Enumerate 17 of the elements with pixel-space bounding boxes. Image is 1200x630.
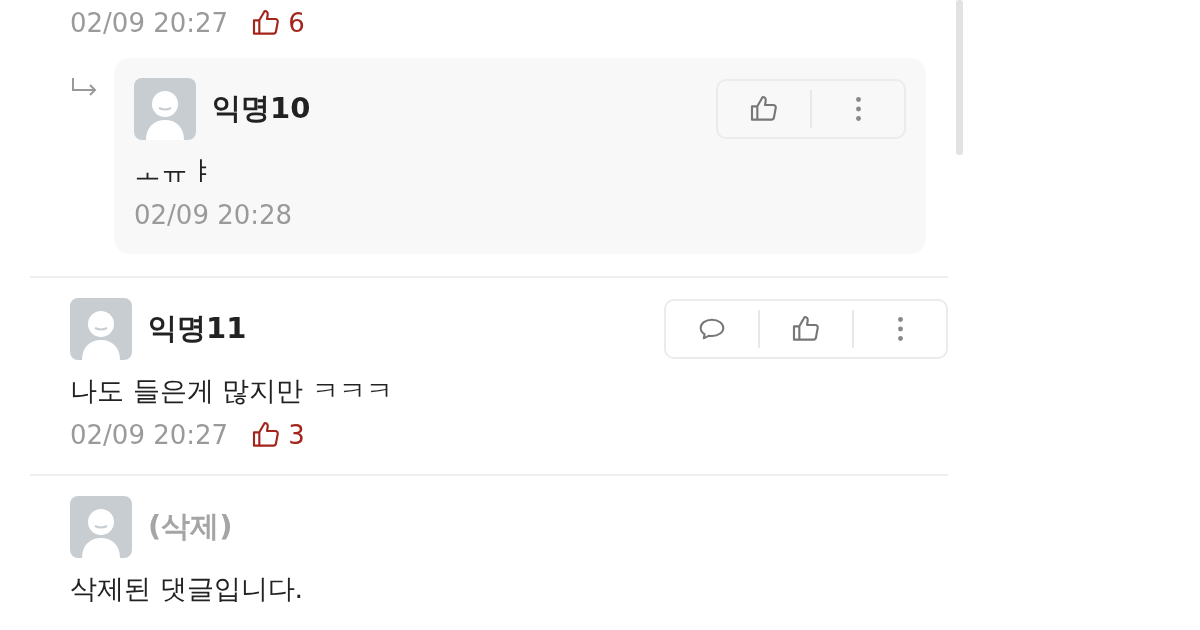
scrollbar[interactable]: [956, 0, 963, 155]
comment-time: 02/09 20:27: [70, 7, 229, 40]
comment-text: 삭제된 댓글입니다.: [70, 572, 305, 606]
like-count: 3: [250, 416, 305, 454]
comment-time: 02/09 20:28: [134, 199, 293, 232]
comment-text: ㅗㅠㅑ: [134, 154, 216, 188]
avatar: [70, 496, 132, 558]
author-name: 익명11: [148, 310, 247, 348]
avatar: [134, 78, 196, 140]
comment-time: 02/09 20:27: [70, 419, 229, 452]
like-count: 6: [250, 4, 305, 42]
avatar: [70, 298, 132, 360]
comment-text: 나도 들은게 많지만 ㅋㅋㅋ: [70, 374, 394, 408]
author-name: (삭제): [148, 508, 233, 546]
more-icon: [897, 317, 903, 341]
author-name: 익명10: [212, 90, 311, 128]
more-icon: [855, 97, 861, 121]
